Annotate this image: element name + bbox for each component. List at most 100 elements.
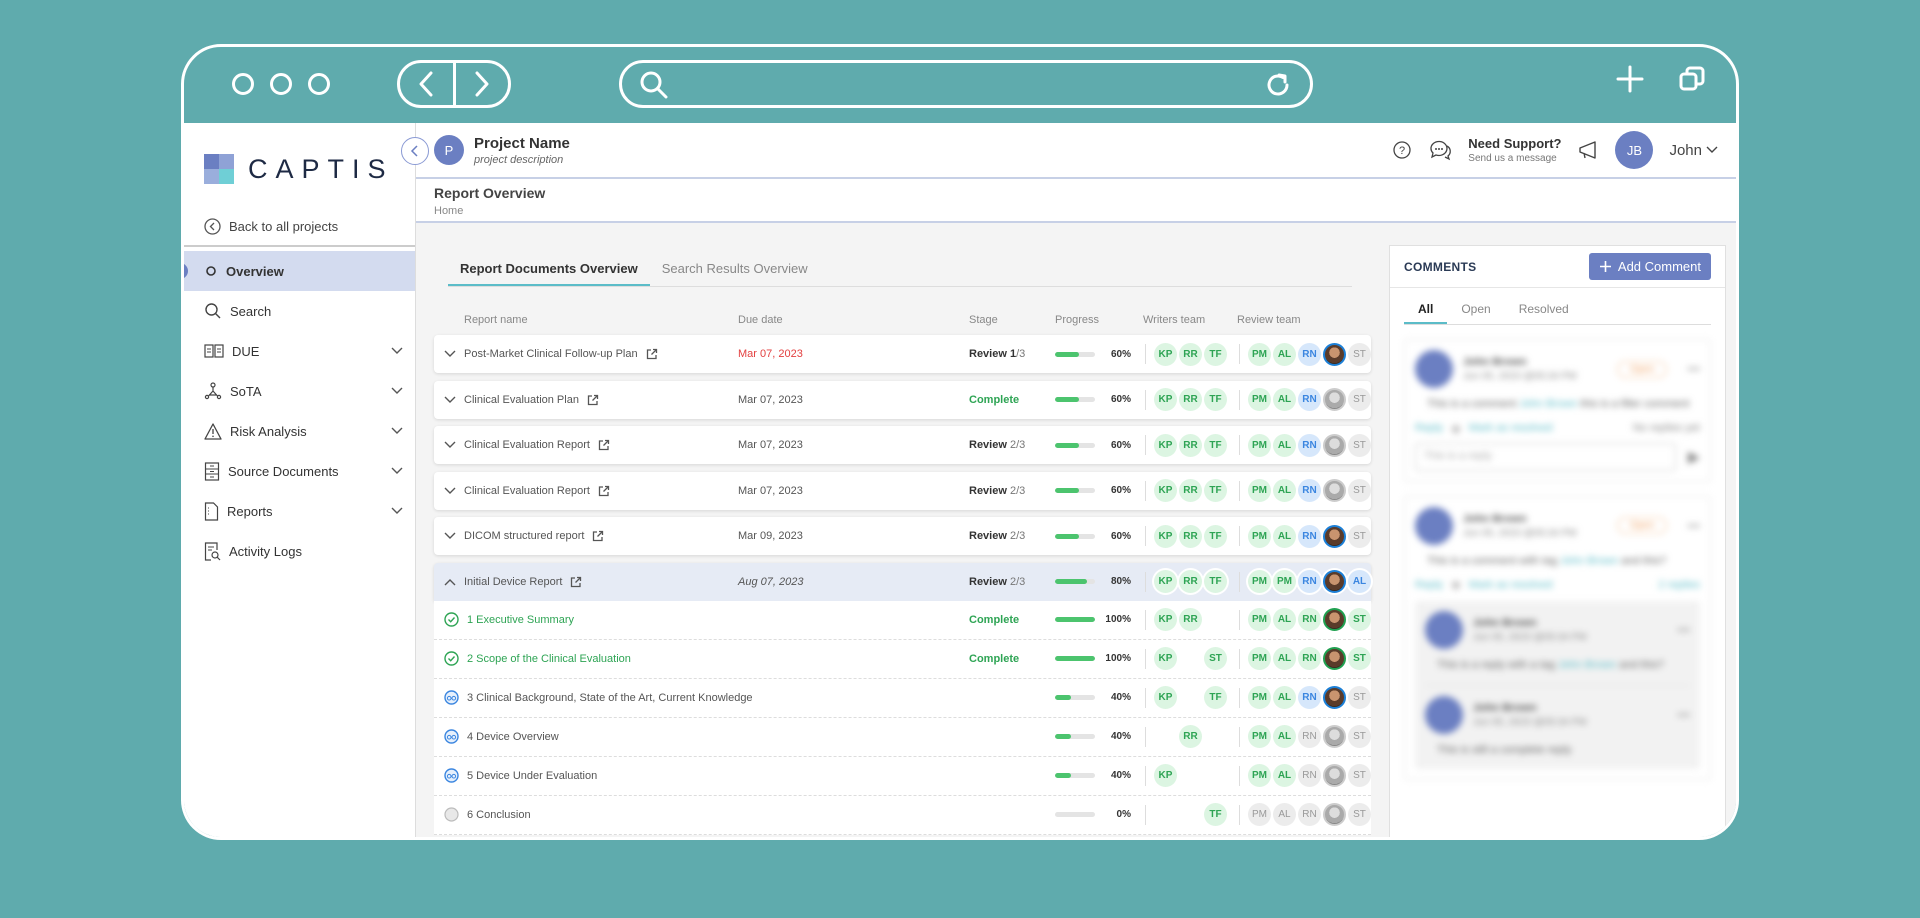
collapse-sidebar-button[interactable] [401, 137, 429, 165]
reviewer-photo-avatar[interactable] [1323, 342, 1346, 366]
tabs-icon[interactable] [1678, 65, 1706, 93]
reviewer-photo-avatar[interactable] [1323, 570, 1346, 593]
sidebar-item-source-documents[interactable]: Source Documents [184, 451, 415, 491]
team-member-chip[interactable]: RR [1179, 433, 1202, 457]
logo[interactable]: CAPTIS [184, 123, 415, 203]
team-member-chip[interactable]: PM [1248, 647, 1271, 670]
report-name[interactable]: Clinical Evaluation Report [464, 485, 590, 497]
team-member-chip[interactable]: ST [1348, 524, 1371, 548]
team-member-chip[interactable]: AL [1273, 686, 1296, 709]
team-member-chip[interactable]: ST [1348, 647, 1371, 670]
team-member-chip[interactable]: KP [1154, 647, 1177, 670]
team-member-chip[interactable]: RR [1179, 570, 1202, 593]
team-member-chip[interactable]: KP [1154, 570, 1177, 593]
chevron-down-icon[interactable] [444, 350, 456, 358]
section-name[interactable]: 2 Scope of the Clinical Evaluation [467, 653, 631, 665]
comment-tab-open[interactable]: Open [1447, 302, 1504, 324]
team-member-chip[interactable]: AL [1273, 608, 1296, 631]
team-member-chip[interactable]: TF [1204, 342, 1227, 366]
chevron-down-icon[interactable] [444, 532, 456, 540]
team-member-chip[interactable]: PM [1248, 725, 1271, 748]
team-member-chip[interactable]: RN [1298, 686, 1321, 709]
team-member-chip[interactable]: AL [1273, 524, 1296, 548]
table-row[interactable]: DICOM structured report Mar 09, 2023 Revie… [434, 517, 1371, 555]
team-member-chip[interactable]: RR [1179, 388, 1202, 411]
team-member-chip[interactable]: AL [1273, 342, 1296, 366]
team-member-chip[interactable]: ST [1348, 342, 1371, 366]
team-member-chip[interactable]: PM [1248, 686, 1271, 709]
team-member-chip[interactable]: RR [1179, 725, 1202, 748]
team-member-chip[interactable]: RN [1298, 647, 1321, 670]
window-dot-icon[interactable] [232, 73, 254, 95]
team-member-chip[interactable]: PM [1248, 524, 1271, 548]
chevron-up-icon[interactable] [444, 578, 456, 586]
team-member-chip[interactable]: KP [1154, 433, 1177, 457]
team-member-chip[interactable]: ST [1348, 388, 1371, 411]
team-member-chip[interactable]: AL [1273, 803, 1296, 826]
chevron-down-icon[interactable] [391, 507, 403, 515]
chevron-down-icon[interactable] [391, 467, 403, 475]
team-member-chip[interactable]: ST [1348, 608, 1371, 631]
comment-avatar[interactable] [1415, 506, 1453, 545]
section-name[interactable]: 5 Device Under Evaluation [467, 770, 597, 782]
team-member-chip[interactable]: TF [1204, 524, 1227, 548]
section-row[interactable]: 6 Conclusion 0% TF PM AL RN ST [434, 795, 1371, 835]
team-member-chip[interactable]: ST [1348, 433, 1371, 457]
team-member-chip[interactable]: RN [1298, 803, 1321, 826]
chat-icon[interactable] [1428, 139, 1452, 161]
report-name[interactable]: Post-Market Clinical Follow-up Plan [464, 348, 638, 360]
section-row[interactable]: 4 Device Overview 40% RR PM AL RN ST [434, 717, 1371, 757]
add-comment-button[interactable]: Add Comment [1588, 253, 1711, 280]
team-member-chip[interactable]: RN [1298, 570, 1321, 593]
team-member-chip[interactable]: RN [1298, 764, 1321, 787]
team-member-chip[interactable]: RR [1179, 524, 1202, 548]
team-member-chip[interactable]: RN [1298, 388, 1321, 411]
team-member-chip[interactable]: PM [1248, 608, 1271, 631]
team-member-chip[interactable]: PM [1248, 342, 1271, 366]
team-member-chip[interactable]: TF [1204, 570, 1227, 593]
sidebar-item-activity-logs[interactable]: Activity Logs [184, 531, 415, 571]
more-options-icon[interactable]: ••• [1687, 519, 1700, 533]
col-report-name[interactable]: Report name [464, 314, 738, 326]
external-link-icon[interactable] [598, 439, 610, 451]
report-name[interactable]: Initial Device Report [464, 576, 562, 588]
comment-avatar[interactable] [1415, 350, 1453, 388]
support-link[interactable]: Need Support? Send us a message [1468, 136, 1561, 164]
team-member-chip[interactable]: AL [1273, 725, 1296, 748]
breadcrumb[interactable]: Home [434, 205, 1718, 217]
team-member-chip[interactable]: ST [1348, 764, 1371, 787]
section-row[interactable]: 1 Executive Summary Complete 100% KP RR PM AL R… [434, 600, 1371, 640]
more-options-icon[interactable]: ••• [1677, 623, 1690, 637]
reply-link[interactable]: Reply [1415, 579, 1443, 591]
megaphone-icon[interactable] [1577, 140, 1599, 160]
sidebar-item-search[interactable]: Search [184, 291, 415, 331]
team-member-chip[interactable]: KP [1154, 524, 1177, 548]
team-member-chip[interactable]: PM [1248, 570, 1271, 593]
chevron-down-icon[interactable] [444, 441, 456, 449]
forward-button[interactable] [456, 63, 509, 105]
report-name[interactable]: DICOM structured report [464, 530, 584, 542]
reviewer-photo-avatar[interactable] [1323, 725, 1346, 748]
reviewer-photo-avatar[interactable] [1323, 608, 1346, 631]
section-name[interactable]: 3 Clinical Background, State of the Art,… [467, 692, 753, 704]
sidebar-item-overview[interactable]: Overview [184, 251, 415, 291]
team-member-chip[interactable]: RR [1179, 342, 1202, 366]
team-member-chip[interactable]: AL [1273, 647, 1296, 670]
team-member-chip[interactable]: TF [1204, 479, 1227, 502]
team-member-chip[interactable]: PM [1248, 433, 1271, 457]
mark-resolved-link[interactable]: Mark as resolved [1469, 422, 1553, 434]
team-member-chip[interactable]: ST [1348, 479, 1371, 502]
user-avatar[interactable]: JB [1615, 131, 1654, 169]
team-member-chip[interactable]: KP [1154, 479, 1177, 502]
replies-count[interactable]: 2 replies [1658, 579, 1700, 591]
report-name[interactable]: Clinical Evaluation Plan [464, 394, 579, 406]
reviewer-photo-avatar[interactable] [1323, 764, 1346, 787]
team-member-chip[interactable]: PM [1273, 570, 1296, 593]
team-member-chip[interactable]: AL [1273, 764, 1296, 787]
team-member-chip[interactable]: RN [1298, 725, 1321, 748]
team-member-chip[interactable]: PM [1248, 479, 1271, 502]
col-progress[interactable]: Progress [1055, 314, 1143, 326]
sidebar-item-risk-analysis[interactable]: Risk Analysis [184, 411, 415, 451]
address-bar[interactable] [619, 60, 1313, 108]
col-due-date[interactable]: Due date [738, 314, 969, 326]
